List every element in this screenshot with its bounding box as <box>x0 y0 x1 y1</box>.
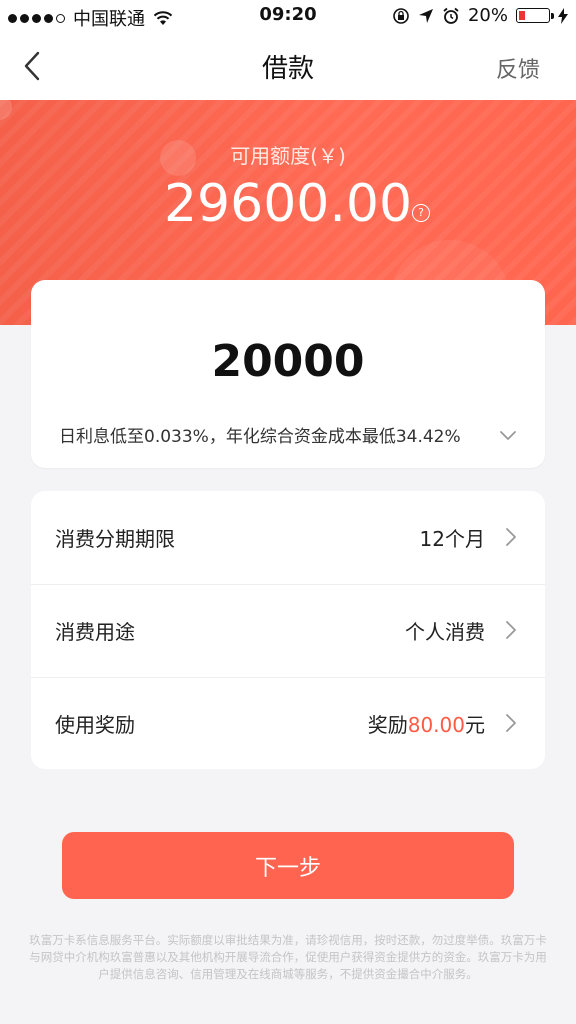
available-credit-value: 29600.00 <box>163 174 413 234</box>
option-value: 奖励80.00元 <box>368 709 485 738</box>
orientation-lock-icon <box>393 7 409 24</box>
feedback-button[interactable]: 反馈 <box>496 52 540 84</box>
status-bar: 中国联通 09:20 20% <box>0 0 576 32</box>
reward-prefix: 奖励 <box>367 712 408 737</box>
option-label: 消费用途 <box>55 619 135 644</box>
option-value: 12个月 <box>419 526 485 551</box>
battery-percent: 20% <box>467 5 508 26</box>
option-term[interactable]: 消费分期期限 12个月 <box>31 491 545 583</box>
option-label: 消费分期期限 <box>55 526 175 551</box>
option-value: 个人消费 <box>405 619 485 644</box>
next-step-button[interactable]: 下一步 <box>62 832 514 899</box>
disclaimer-text: 玖富万卡系信息服务平台。实际额度以审批结果为准，请珍视信用，按时还款，勿过度举债… <box>29 933 547 981</box>
available-credit-label: 可用额度(￥) <box>230 144 346 168</box>
alarm-icon <box>443 7 459 24</box>
available-credit-amount: 29600.00 <box>0 174 576 234</box>
option-reward[interactable]: 使用奖励 奖励80.00元 <box>31 677 545 769</box>
location-arrow-icon <box>418 8 433 23</box>
chevron-right-icon <box>506 714 516 732</box>
nav-bar: 借款 反馈 <box>0 32 576 100</box>
chevron-right-icon <box>506 621 516 639</box>
loan-amount-input[interactable]: 20000 <box>31 336 545 387</box>
reward-suffix: 元 <box>465 712 485 737</box>
help-icon[interactable]: ? <box>412 204 430 222</box>
status-right: 20% <box>392 5 568 26</box>
option-label: 使用奖励 <box>55 712 135 737</box>
rate-info-text: 日利息低至0.033%，年化综合资金成本最低34.42% <box>59 427 461 447</box>
battery-icon <box>516 8 554 23</box>
charging-bolt-icon <box>558 7 568 24</box>
chevron-right-icon <box>506 528 516 546</box>
reward-amount: 80.00 <box>407 712 465 737</box>
rate-info-toggle[interactable]: 日利息低至0.033%，年化综合资金成本最低34.42% <box>59 422 517 447</box>
loan-amount-card: 20000 日利息低至0.033%，年化综合资金成本最低34.42% <box>31 280 545 468</box>
loan-options-card: 消费分期期限 12个月 消费用途 个人消费 使用奖励 奖励80.00元 <box>31 491 545 769</box>
option-purpose[interactable]: 消费用途 个人消费 <box>31 584 545 676</box>
decor-bubble <box>0 100 12 120</box>
chevron-down-icon <box>500 430 516 440</box>
page-title: 借款 <box>261 54 314 84</box>
